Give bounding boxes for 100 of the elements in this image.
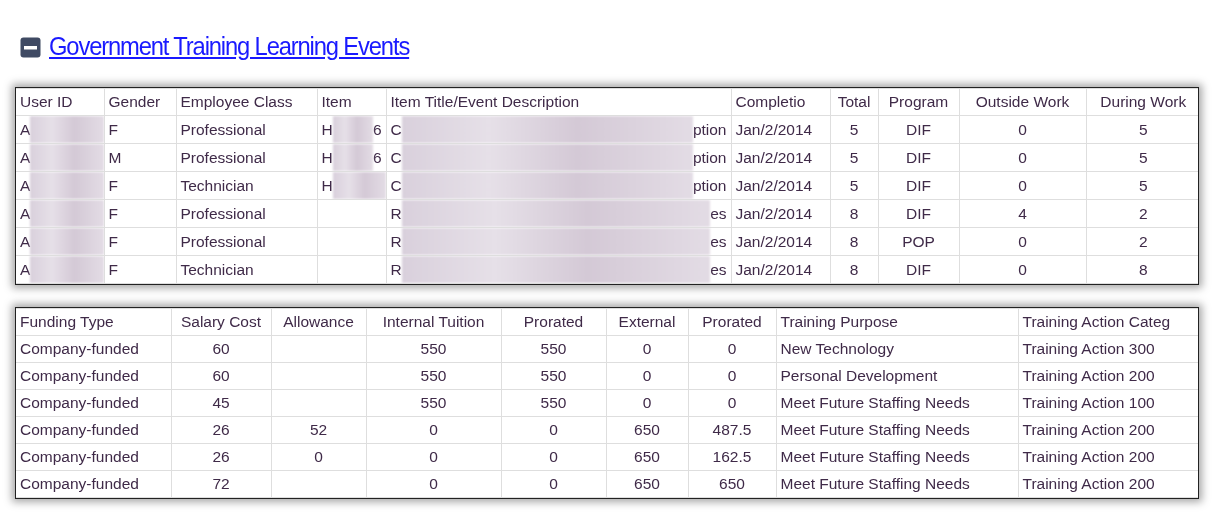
column-header: External	[606, 308, 688, 336]
table-cell-text: es	[710, 231, 728, 252]
table-cell: Meet Future Staffing Needs	[776, 416, 1018, 444]
table-cell: 0	[959, 171, 1086, 200]
table-cell: 0	[606, 362, 688, 390]
table-cell: 45	[171, 389, 271, 417]
table-cell: 0	[606, 389, 688, 417]
table-cell: POP	[878, 227, 959, 256]
table-cell-text: H	[321, 147, 333, 168]
table-cell: Company-funded	[16, 362, 171, 390]
table-cell-text: R	[390, 203, 402, 224]
table-cell-text: R	[390, 259, 402, 280]
table-cell: Technician	[176, 171, 317, 200]
table-cell-text: C	[390, 119, 402, 140]
table-cell: Professional	[176, 227, 317, 256]
column-header: Prorated	[501, 308, 606, 336]
table-cell: 550	[366, 335, 501, 363]
table-cell: DIF	[878, 143, 959, 172]
table-cell: F	[104, 199, 176, 228]
table-cell: Jan/2/2014	[731, 255, 830, 284]
table-cell-text: A	[20, 147, 31, 168]
table-cell: Company-funded	[16, 443, 171, 471]
table-cell-text: 6	[372, 119, 383, 140]
table-cell: 0	[959, 115, 1086, 144]
section-title-link[interactable]: Government Training Learning Events	[49, 28, 410, 66]
table-cell: 550	[366, 389, 501, 417]
column-header: Training Action Categ	[1018, 308, 1198, 336]
table-cell-text: A	[20, 175, 31, 196]
table-cell: 0	[959, 227, 1086, 256]
table-cell: 0	[501, 416, 606, 444]
table-cell: 0	[366, 470, 501, 498]
column-header: Prorated	[688, 308, 776, 336]
table-cell: 72	[171, 470, 271, 498]
table-cell: Professional	[176, 143, 317, 172]
table-cell: 650	[606, 416, 688, 444]
table-cell-text: 6	[372, 147, 383, 168]
table-cell-text: A	[20, 203, 31, 224]
table-cell: 0	[366, 416, 501, 444]
column-header: Program	[878, 88, 959, 116]
table-cell: Meet Future Staffing Needs	[776, 470, 1018, 498]
table-cell: 0	[959, 255, 1086, 284]
column-header: User ID	[16, 88, 104, 116]
column-header: Item Title/Event Description	[386, 88, 731, 116]
table-cell: 550	[501, 362, 606, 390]
column-header: Employee Class	[176, 88, 317, 116]
table-cell: 0	[501, 470, 606, 498]
table-cell: Jan/2/2014	[731, 143, 830, 172]
table-cell: 162.5	[688, 443, 776, 471]
table-cell: 550	[501, 335, 606, 363]
table-cell: 26	[171, 443, 271, 471]
table-cell-text: R	[390, 231, 402, 252]
table-cell: 60	[171, 335, 271, 363]
table-cell: F	[104, 115, 176, 144]
table-cell-text: A	[20, 231, 31, 252]
table-cell: 5	[830, 171, 878, 200]
table-cell: 8	[830, 255, 878, 284]
table-cell-text: H	[321, 119, 333, 140]
table-cell: 0	[271, 443, 366, 471]
column-header: Internal Tuition	[366, 308, 501, 336]
column-header: Item	[317, 88, 386, 116]
table-cell: Company-funded	[16, 389, 171, 417]
table-cell: 650	[606, 443, 688, 471]
table-cell: Meet Future Staffing Needs	[776, 443, 1018, 471]
table-cell-text: ption	[692, 147, 728, 168]
table-cell: 5	[830, 115, 878, 144]
table-cell: Technician	[176, 255, 317, 284]
table-cell: 0	[959, 143, 1086, 172]
table-cell: Jan/2/2014	[731, 115, 830, 144]
table-cell: 60	[171, 362, 271, 390]
table-cell: Company-funded	[16, 470, 171, 498]
table-cell: 650	[606, 470, 688, 498]
table-cell: 650	[688, 470, 776, 498]
table-cell-text: es	[710, 203, 728, 224]
table-cell: Meet Future Staffing Needs	[776, 389, 1018, 417]
table-cell: 0	[366, 443, 501, 471]
column-header: Total	[830, 88, 878, 116]
table-cell: New Technology	[776, 335, 1018, 363]
table-cell: F	[104, 255, 176, 284]
table-cell: Company-funded	[16, 416, 171, 444]
table-cell: 487.5	[688, 416, 776, 444]
table-cell: Personal Development	[776, 362, 1018, 390]
table-cell-text: ption	[692, 175, 728, 196]
column-header: Outside Work	[959, 88, 1086, 116]
table-cell: 26	[171, 416, 271, 444]
table-cell: 4	[959, 199, 1086, 228]
column-header: Funding Type	[16, 308, 171, 336]
collapse-icon[interactable]	[20, 36, 41, 58]
table-cell: Jan/2/2014	[731, 227, 830, 256]
column-header: Salary Cost	[171, 308, 271, 336]
table-cell-text: A	[20, 259, 31, 280]
table-cell-text: C	[390, 175, 402, 196]
table-cell: Professional	[176, 115, 317, 144]
table-cell-text: A	[20, 119, 31, 140]
table-cell: Professional	[176, 199, 317, 228]
column-header: Completio	[731, 88, 830, 116]
table-cell: 8	[830, 227, 878, 256]
column-header: Gender	[104, 88, 176, 116]
table-cell: 0	[501, 443, 606, 471]
table-cell: F	[104, 171, 176, 200]
table-cell: 52	[271, 416, 366, 444]
